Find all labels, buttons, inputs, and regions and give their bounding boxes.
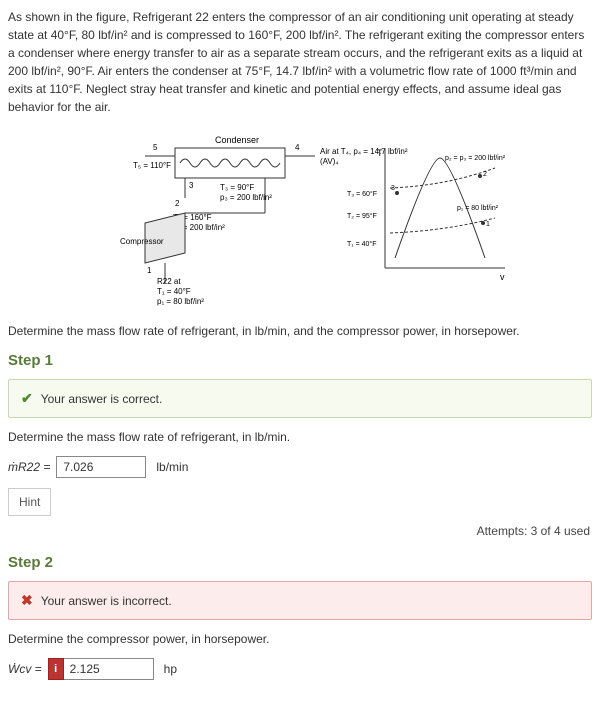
step2-input[interactable]: 2.125 bbox=[64, 658, 154, 680]
svg-text:5: 5 bbox=[153, 143, 158, 152]
step2-prompt: Determine the compressor power, in horse… bbox=[8, 632, 592, 646]
step1-input[interactable]: 7.026 bbox=[56, 456, 146, 478]
svg-text:2: 2 bbox=[483, 171, 487, 178]
step1-answer-row: ṁR22 = 7.026 lb/min bbox=[8, 456, 592, 478]
svg-text:p₃ = 200 lbf/in²: p₃ = 200 lbf/in² bbox=[220, 193, 272, 202]
step1-variable: ṁR22 = bbox=[8, 460, 50, 474]
svg-text:T₁ = 40°F: T₁ = 40°F bbox=[347, 240, 376, 248]
svg-text:(AV)₄: (AV)₄ bbox=[320, 157, 339, 166]
svg-text:T₂ = 95°F: T₂ = 95°F bbox=[347, 212, 377, 220]
step2-answer-row: Ẇcv = i 2.125 hp bbox=[8, 658, 592, 680]
svg-text:R22 at: R22 at bbox=[157, 277, 181, 286]
step1-prompt: Determine the mass flow rate of refriger… bbox=[8, 430, 592, 444]
x-icon: ✖ bbox=[21, 592, 33, 609]
svg-text:Air at T₄, p₄ = 14.7 lbf/in²: Air at T₄, p₄ = 14.7 lbf/in² bbox=[320, 147, 408, 156]
svg-text:3: 3 bbox=[391, 185, 395, 192]
step1-unit: lb/min bbox=[156, 460, 188, 474]
info-badge-icon[interactable]: i bbox=[48, 658, 64, 680]
step2-unit: hp bbox=[164, 662, 177, 676]
svg-text:4: 4 bbox=[295, 143, 300, 152]
svg-text:1: 1 bbox=[147, 266, 152, 275]
svg-text:p₂ = p₃ = 200 lbf/in²: p₂ = p₃ = 200 lbf/in² bbox=[445, 155, 506, 162]
step2-feedback-panel: ✖ Your answer is incorrect. bbox=[8, 581, 592, 620]
step2-feedback-text: Your answer is incorrect. bbox=[41, 594, 172, 608]
question-text: Determine the mass flow rate of refriger… bbox=[8, 324, 592, 338]
svg-text:T₁ = 40°F: T₁ = 40°F bbox=[157, 287, 191, 296]
svg-text:2: 2 bbox=[175, 199, 180, 208]
step1-feedback-text: Your answer is correct. bbox=[41, 392, 163, 406]
step2-title: Step 2 bbox=[8, 554, 592, 571]
figure-diagram: Condenser 4 Air at T₄, p₄ = 14.7 lbf/in²… bbox=[8, 128, 592, 308]
svg-text:1: 1 bbox=[486, 221, 490, 228]
step1-feedback-panel: ✔ Your answer is correct. bbox=[8, 379, 592, 418]
svg-text:T₅ = 110°F: T₅ = 110°F bbox=[133, 161, 171, 170]
attempts-text: Attempts: 3 of 4 used bbox=[10, 524, 590, 538]
step2-variable: Ẇcv = bbox=[8, 662, 42, 676]
condenser-label: Condenser bbox=[215, 135, 259, 145]
svg-text:p₁ = 80 lbf/in²: p₁ = 80 lbf/in² bbox=[157, 297, 204, 306]
check-icon: ✔ bbox=[21, 390, 33, 407]
hint-button[interactable]: Hint bbox=[8, 488, 51, 516]
svg-text:p₁ = 80 lbf/in²: p₁ = 80 lbf/in² bbox=[457, 205, 499, 212]
problem-statement: As shown in the figure, Refrigerant 22 e… bbox=[8, 8, 592, 116]
step1-title: Step 1 bbox=[8, 352, 592, 369]
svg-text:T₃ = 90°F: T₃ = 90°F bbox=[220, 183, 254, 192]
svg-text:3: 3 bbox=[189, 181, 194, 190]
svg-text:T: T bbox=[377, 148, 383, 158]
svg-text:v: v bbox=[500, 272, 505, 282]
svg-text:Compressor: Compressor bbox=[120, 237, 164, 246]
svg-text:T₃ = 60°F: T₃ = 60°F bbox=[347, 190, 377, 198]
